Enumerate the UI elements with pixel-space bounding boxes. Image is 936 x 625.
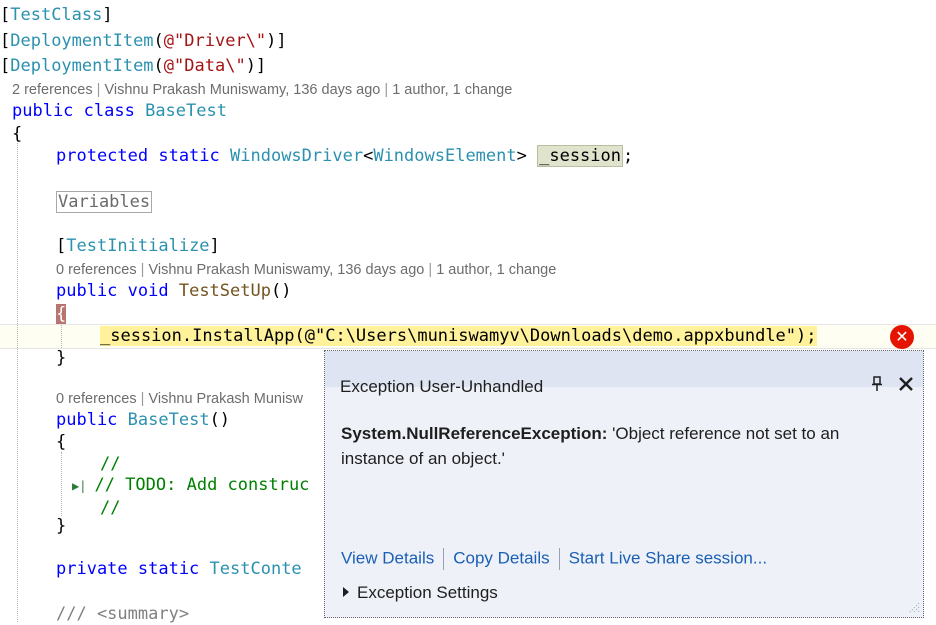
string-literal: @"C:\Users\muniswamyv\Downloads\demo.app… (304, 326, 797, 346)
code-line[interactable]: public BaseTest() (56, 409, 230, 431)
comment: // (100, 454, 121, 474)
codelens-references[interactable]: 2 references (12, 82, 93, 98)
keyword: public void (56, 281, 169, 301)
indent-guide (61, 322, 62, 348)
type-name: WindowsDriver (230, 146, 364, 166)
expand-triangle-icon (343, 587, 349, 597)
keyword: private static (56, 559, 200, 579)
keyword: public class (12, 101, 135, 121)
attribute-name: TestClass (10, 5, 103, 25)
constructor-name: BaseTest (127, 410, 210, 430)
codelens-references[interactable]: 0 references (56, 391, 137, 407)
attribute-name: DeploymentItem (10, 31, 154, 51)
exception-title: Exception User-Unhandled (340, 377, 544, 396)
comment: : Add construc (166, 475, 310, 495)
code-line[interactable]: { (56, 303, 67, 325)
attribute-name: DeploymentItem (10, 56, 154, 76)
code-line[interactable]: { (56, 431, 66, 453)
code-line[interactable]: // (100, 453, 120, 475)
codelens-author[interactable]: Vishnu Prakash Muniswamy, 136 days ago (148, 262, 424, 278)
error-icon[interactable]: ✕ (890, 325, 914, 349)
code-line[interactable]: } (56, 347, 66, 369)
close-icon[interactable] (897, 375, 915, 393)
pin-icon[interactable] (869, 375, 885, 393)
code-line[interactable]: public class BaseTest (12, 100, 227, 122)
view-details-link[interactable]: View Details (341, 548, 434, 567)
code-line[interactable]: [DeploymentItem(@"Data\")] (0, 55, 266, 77)
codelens-setup[interactable]: 0 references | Vishnu Prakash Muniswamy,… (56, 261, 556, 279)
codelens-changes[interactable]: 1 author, 1 change (392, 82, 512, 98)
code-line[interactable]: { (12, 123, 22, 145)
codelens-changes[interactable]: 1 author, 1 change (436, 262, 556, 278)
exception-type: System.NullReferenceException: (341, 424, 608, 443)
codelens-class[interactable]: 2 references | Vishnu Prakash Muniswamy,… (12, 81, 512, 99)
indent-guide (17, 134, 18, 622)
code-line[interactable]: [TestInitialize] (56, 235, 220, 257)
codelens-ctor[interactable]: 0 references | Vishnu Prakash Munisw (56, 390, 303, 408)
live-share-link[interactable]: Start Live Share session... (569, 548, 767, 567)
method-call: InstallApp (192, 326, 295, 346)
code-line[interactable]: [DeploymentItem(@"Driver\")] (0, 30, 287, 52)
code-line[interactable]: public void TestSetUp() (56, 280, 291, 302)
exception-settings-toggle[interactable]: Exception Settings (343, 583, 498, 603)
run-to-click-icon[interactable]: ▶| (72, 479, 86, 493)
codelens-references[interactable]: 0 references (56, 262, 137, 278)
comment: // (100, 498, 121, 518)
resize-grip-icon[interactable] (906, 600, 920, 614)
codelens-author[interactable]: Vishnu Prakash Muniswamy, 136 days ago (104, 82, 380, 98)
type-name: TestConte (209, 559, 302, 579)
string-literal: @"Driver\" (163, 31, 267, 51)
string-literal: @"Data\" (163, 56, 246, 76)
exception-popup[interactable]: Exception User-Unhandled System.NullRefe… (324, 350, 924, 618)
current-statement[interactable]: _session.InstallApp(@"C:\Users\muniswamy… (100, 325, 817, 347)
attribute-name: TestInitialize (66, 236, 210, 256)
exception-message: System.NullReferenceException: 'Object r… (341, 421, 901, 471)
code-editor[interactable]: [TestClass] [DeploymentItem(@"Driver\")]… (0, 0, 936, 624)
class-name: BaseTest (145, 101, 227, 121)
doc-comment: /// <summary> (56, 604, 190, 624)
keyword: public (56, 410, 118, 430)
method-name: TestSetUp (178, 281, 271, 301)
field-name-highlighted[interactable]: _session (537, 145, 623, 167)
exception-actions: View Details Copy Details Start Live Share… (341, 548, 767, 570)
code-line[interactable]: Variables (56, 191, 153, 213)
code-line[interactable]: protected static WindowsDriver<WindowsEl… (56, 145, 633, 167)
brace-highlight: { (56, 304, 67, 324)
todo-marker: TODO (125, 475, 167, 495)
indent-guide (61, 452, 62, 516)
type-name: WindowsElement (373, 146, 517, 166)
codelens-author[interactable]: Vishnu Prakash Munisw (148, 391, 302, 407)
copy-details-link[interactable]: Copy Details (453, 548, 549, 567)
code-line[interactable]: } (56, 515, 66, 537)
code-line[interactable]: ▶| // TODO: Add construc (72, 474, 309, 497)
collapsed-region[interactable]: Variables (56, 191, 153, 213)
exception-settings-label: Exception Settings (357, 583, 498, 602)
code-line[interactable]: private static TestConte (56, 558, 302, 580)
variable: _session (100, 326, 182, 346)
keyword: protected static (56, 146, 220, 166)
comment: // (94, 475, 126, 495)
code-line[interactable]: // (100, 497, 120, 519)
code-line[interactable]: [TestClass] (0, 4, 113, 26)
